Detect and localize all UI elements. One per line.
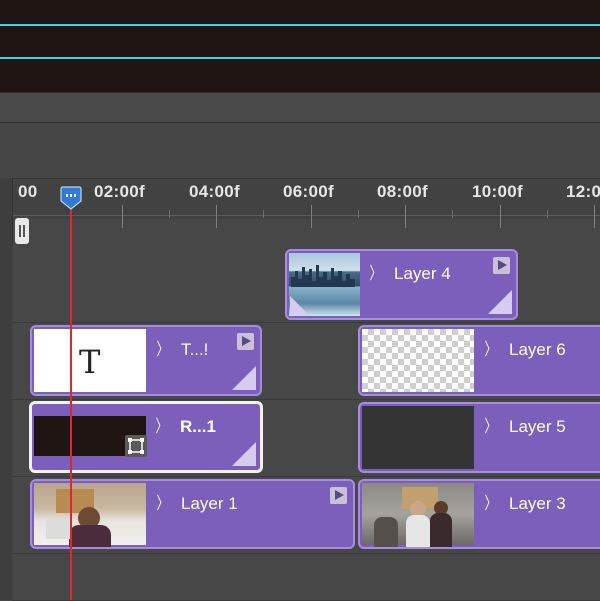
ruler-label-6: 12:0 (566, 182, 600, 201)
ruler-label-3: 06:00f (283, 182, 334, 201)
ruler-tick (500, 205, 501, 228)
clip-label: 〉 Layer 1 (154, 489, 238, 514)
ruler-baseline (12, 215, 600, 216)
ruler-tick (405, 205, 406, 228)
clip-label: 〉 Layer 6 (482, 335, 566, 360)
ruler-tick (594, 205, 595, 228)
ruler-tick-minor (547, 210, 548, 218)
text-glyph-icon: T (79, 343, 101, 381)
clip-thumbnail-gray (362, 406, 474, 469)
clip-thumbnail-office-photo (34, 483, 146, 547)
chevron-right-icon[interactable]: 〉 (485, 335, 497, 360)
playhead-line[interactable] (70, 205, 72, 600)
clip-layer-3[interactable]: 〉 Layer 3 (358, 479, 600, 549)
clip-start-handle[interactable] (290, 296, 308, 314)
ruler-tick (216, 205, 217, 228)
play-icon[interactable] (493, 257, 510, 274)
ruler-label-0: 00 (18, 182, 38, 201)
ruler-tick-minor (263, 210, 264, 218)
play-icon[interactable] (237, 333, 254, 350)
skyline-icon (291, 265, 355, 287)
chevron-right-icon[interactable]: 〉 (157, 489, 169, 514)
ruler-tick-minor (358, 210, 359, 218)
clip-end-handle[interactable] (488, 290, 512, 314)
ruler-label-4: 08:00f (377, 182, 428, 201)
person-body-image (430, 513, 452, 547)
guide-line-top[interactable] (0, 24, 600, 26)
chevron-right-icon[interactable]: 〉 (156, 412, 168, 437)
clip-layer-5[interactable]: 〉 Layer 5 (358, 402, 600, 473)
ruler-label-1: 02:00f (94, 182, 145, 201)
clip-end-handle[interactable] (232, 366, 256, 390)
clip-thumbnail-text: T (34, 329, 146, 392)
clip-label: 〉 Layer 3 (482, 489, 566, 514)
chevron-right-icon[interactable]: 〉 (485, 412, 497, 437)
monitor-image (46, 519, 72, 539)
playhead-icon[interactable] (60, 186, 82, 210)
transform-icon-glyph (128, 438, 144, 454)
ruler-tick-minor (452, 210, 453, 218)
timeline-toolbar-area (0, 122, 600, 179)
clip-label: 〉 Layer 5 (482, 412, 566, 437)
clip-label: 〉 R...1 (153, 412, 216, 437)
clip-layer-6[interactable]: 〉 Layer 6 (358, 325, 600, 396)
work-area-handle-icon[interactable] (15, 218, 29, 244)
ruler-tick (311, 205, 312, 228)
clip-thumbnail-meeting-photo (362, 483, 474, 547)
clip-layer-1[interactable]: 〉 Layer 1 (30, 479, 355, 549)
panel-separator (0, 92, 600, 123)
ruler-label-5: 10:00f (472, 182, 523, 201)
person-body-image (69, 525, 111, 547)
play-icon[interactable] (330, 487, 347, 504)
chevron-right-icon[interactable]: 〉 (370, 259, 382, 284)
clip-label: 〉 T...! (154, 335, 209, 360)
canvas-preview (0, 0, 600, 92)
ruler-label-2: 04:00f (189, 182, 240, 201)
chevron-right-icon[interactable]: 〉 (485, 489, 497, 514)
clip-layer-4[interactable]: 〉 Layer 4 (285, 249, 518, 320)
clip-label: 〉 Layer 4 (367, 259, 451, 284)
guide-line-bottom[interactable] (0, 57, 600, 59)
clip-thumbnail-transparent (362, 329, 474, 392)
ruler-tick-minor (169, 210, 170, 218)
ruler-tick (122, 205, 123, 228)
chevron-right-icon[interactable]: 〉 (157, 335, 169, 360)
track-row-5 (12, 554, 600, 601)
clip-text-layer[interactable]: T 〉 T...! (30, 325, 262, 396)
person-body-image (374, 517, 398, 547)
transform-icon[interactable] (125, 435, 147, 457)
clip-r-layer-selected[interactable]: 〉 R...1 (29, 401, 263, 473)
person-body-image (406, 515, 430, 547)
clip-end-handle[interactable] (232, 442, 256, 466)
